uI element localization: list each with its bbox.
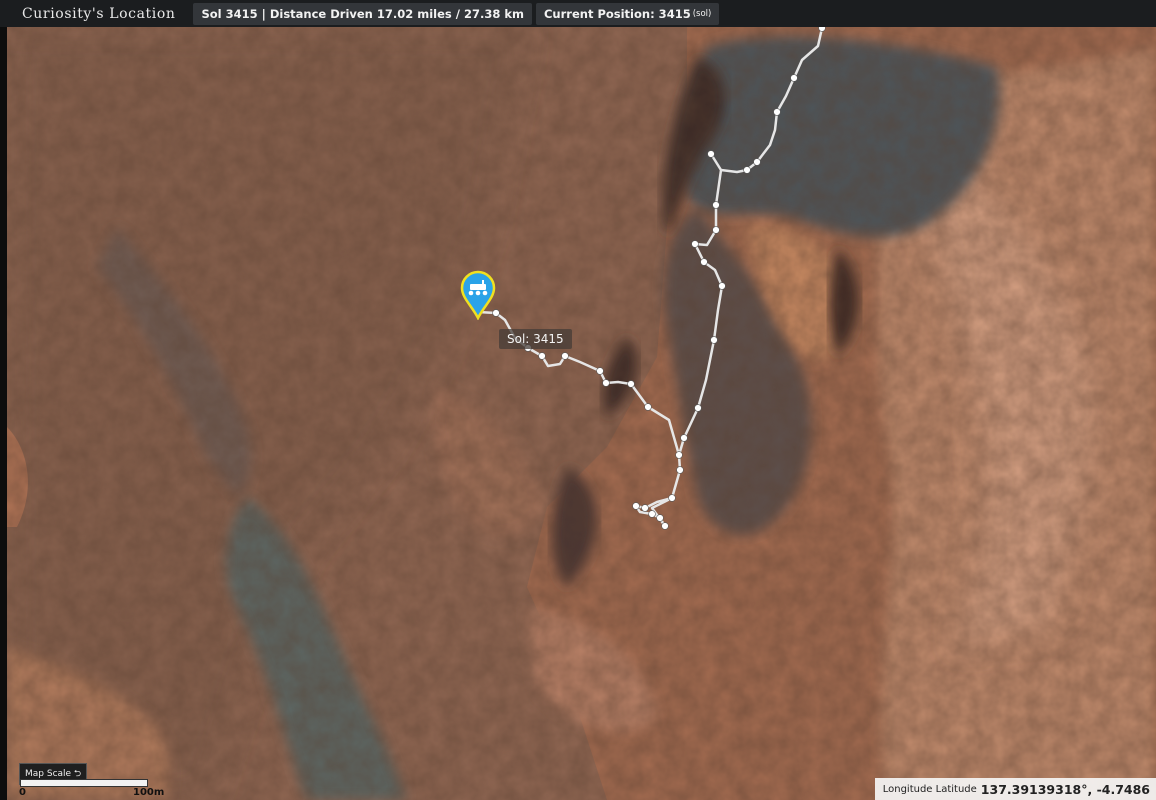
rover-location-pin[interactable] bbox=[460, 270, 496, 320]
traverse-stop[interactable] bbox=[707, 150, 715, 158]
traverse-stop[interactable] bbox=[602, 379, 610, 387]
traverse-stop[interactable] bbox=[668, 494, 676, 502]
traverse-stop[interactable] bbox=[712, 201, 720, 209]
mars-map[interactable]: Sol: 3415 Map Scale ⮌ 0 100m bbox=[7, 27, 1156, 800]
traverse-stop[interactable] bbox=[644, 403, 652, 411]
traverse-stop[interactable] bbox=[712, 226, 720, 234]
traverse-stop[interactable] bbox=[627, 380, 635, 388]
traverse-stop[interactable] bbox=[710, 336, 718, 344]
traverse-stop[interactable] bbox=[561, 352, 569, 360]
traverse-stop[interactable] bbox=[656, 514, 664, 522]
current-position-unit: (sol) bbox=[692, 8, 712, 19]
coordinates-label: Longitude Latitude bbox=[882, 783, 977, 795]
traverse-stop[interactable] bbox=[641, 504, 649, 512]
top-bar: Curiosity's Location Sol 3415 | Distance… bbox=[0, 0, 1156, 27]
traverse-stop[interactable] bbox=[773, 108, 781, 116]
app-title: Curiosity's Location bbox=[22, 5, 176, 22]
traverse-stop[interactable] bbox=[538, 352, 546, 360]
traverse-stop[interactable] bbox=[596, 367, 604, 375]
sol-distance-info: Sol 3415 | Distance Driven 17.02 miles /… bbox=[193, 2, 532, 25]
scale-end-label: 100m bbox=[133, 787, 165, 798]
traverse-stop[interactable] bbox=[691, 240, 699, 248]
traverse-stop[interactable] bbox=[753, 158, 761, 166]
traverse-stop[interactable] bbox=[676, 466, 684, 474]
coordinates-value: 137.39139318°, -4.7486 bbox=[980, 781, 1150, 797]
current-position-label: Current Position: 3415 bbox=[543, 6, 691, 21]
traverse-path bbox=[477, 27, 826, 530]
traverse-stop[interactable] bbox=[743, 166, 751, 174]
coordinates-readout: Longitude Latitude 137.39139318°, -4.748… bbox=[874, 778, 1156, 800]
left-edge bbox=[0, 27, 7, 800]
traverse-stop[interactable] bbox=[694, 404, 702, 412]
map-scale: Map Scale ⮌ 0 100m bbox=[19, 761, 164, 798]
traverse-stop[interactable] bbox=[675, 451, 683, 459]
traverse-stop[interactable] bbox=[818, 27, 826, 32]
traverse-stop[interactable] bbox=[700, 258, 708, 266]
traverse-stop[interactable] bbox=[648, 510, 656, 518]
traverse-stop[interactable] bbox=[632, 502, 640, 510]
scale-bar bbox=[20, 779, 148, 787]
scale-start-label: 0 bbox=[19, 787, 26, 798]
current-position-info: Current Position: 3415 (sol) bbox=[535, 2, 720, 25]
traverse-stop[interactable] bbox=[680, 434, 688, 442]
traverse-stop[interactable] bbox=[718, 282, 726, 290]
traverse-stop[interactable] bbox=[661, 522, 669, 530]
traverse-line bbox=[477, 27, 824, 528]
traverse-stop[interactable] bbox=[790, 74, 798, 82]
sol-marker-label: Sol: 3415 bbox=[499, 329, 572, 349]
